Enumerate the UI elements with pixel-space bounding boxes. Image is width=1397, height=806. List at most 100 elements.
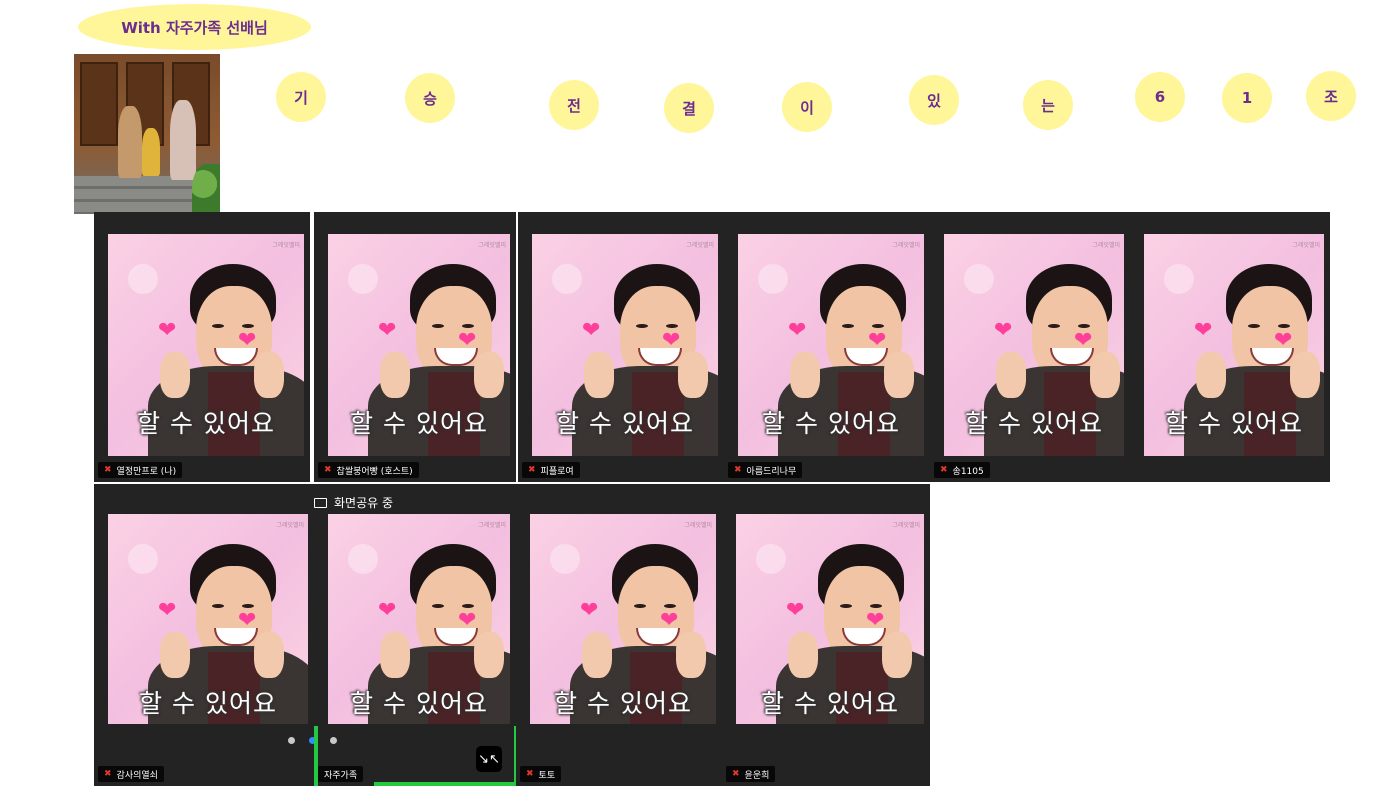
participant-name-label: 피플로여	[540, 466, 574, 477]
mic-muted-icon: ✖	[104, 465, 112, 475]
participant-video: ❤ ❤ 그레잇멜미할 수 있어요	[108, 234, 304, 456]
video-watermark: 그레잇멜미	[686, 242, 714, 249]
family-photo	[74, 54, 220, 214]
participant-video: ❤ ❤ 그레잇멜미할 수 있어요	[736, 514, 924, 724]
title-bubble-6: 있	[909, 75, 959, 125]
heart-icon: ❤	[238, 328, 257, 353]
video-caption: 할 수 있어요	[350, 409, 488, 438]
participant-video: ❤ ❤ 그레잇멜미할 수 있어요	[108, 514, 308, 724]
participant-name-label: 토토	[538, 770, 556, 781]
heart-icon: ❤	[158, 318, 177, 343]
collapse-icon[interactable]: ↘↖	[476, 746, 502, 772]
heart-icon: ❤	[994, 318, 1013, 343]
heart-icon: ❤	[158, 598, 177, 623]
participant-name: ✖ 송1105	[934, 462, 990, 478]
participant-name-label: 송1105	[952, 466, 984, 477]
participant-name: ✖ 아름드리나무	[728, 462, 803, 478]
video-caption: 할 수 있어요	[761, 689, 899, 718]
screen-share-label: 화면공유 중	[334, 496, 394, 510]
pager-dot-1[interactable]	[288, 737, 295, 744]
participant-tile[interactable]: ❤ ❤ 그레잇멜미 할 수 있어요	[1130, 212, 1330, 482]
pager-dot-3[interactable]	[330, 737, 337, 744]
heart-icon: ❤	[1074, 328, 1093, 353]
heart-icon: ❤	[238, 608, 257, 633]
title-bubble-1: 기	[276, 72, 326, 122]
screen-share-indicator: 화면공유 중	[314, 494, 393, 511]
heart-icon: ❤	[786, 598, 805, 623]
participant-tile[interactable]: ❤ ❤ 그레잇멜미 할 수 있어요 ✖ 토토	[516, 484, 722, 786]
participant-name-label: 열정만프로 (나)	[116, 466, 177, 477]
video-caption: 할 수 있어요	[350, 689, 488, 718]
participant-tile[interactable]: ❤ ❤ 그레잇멜미할 수 있어요 ✖ 송1105	[930, 212, 1130, 482]
title-bubble-9: 1	[1222, 73, 1272, 123]
participant-name: ✖ 열정만프로 (나)	[98, 462, 183, 478]
participant-name: ✖ 피플로여	[522, 462, 580, 478]
banner-text: With 자주가족 선배님	[121, 18, 268, 37]
title-bubble-10: 조	[1306, 71, 1356, 121]
title-bubble-5: 이	[782, 82, 832, 132]
video-caption: 할 수 있어요	[965, 409, 1103, 438]
heart-icon: ❤	[866, 608, 885, 633]
participant-video: ❤ ❤ 그레잇멜미 할 수 있어요	[1144, 234, 1324, 456]
heart-icon: ❤	[378, 318, 397, 343]
participant-tile[interactable]: ❤ ❤ 그레잇멜미할 수 있어요 ✖ 감사의열쇠	[94, 484, 314, 786]
heart-icon: ❤	[1274, 328, 1293, 353]
participant-tile[interactable]: ❤ ❤ 그레잇멜미할 수 있어요 ✖ 윤운희	[722, 484, 930, 786]
video-watermark: 그레잇멜미	[684, 522, 712, 529]
video-caption: 할 수 있어요	[556, 409, 694, 438]
heart-icon: ❤	[582, 318, 601, 343]
title-bubble-7: 는	[1023, 80, 1073, 130]
active-speaker-highlight-bottom	[374, 782, 514, 786]
video-watermark: 그레잇멜미	[276, 522, 304, 529]
video-caption: 할 수 있어요	[1165, 409, 1303, 438]
heart-icon: ❤	[458, 608, 477, 633]
participant-name-label: 감사의열쇠	[116, 770, 158, 781]
heart-icon: ❤	[378, 598, 397, 623]
participant-name: ✖ 찹쌀붕어빵 (호스트)	[318, 462, 419, 478]
heart-icon: ❤	[660, 608, 679, 633]
video-watermark: 그레잇멜미	[892, 242, 920, 249]
video-watermark: 그레잇멜미	[892, 522, 920, 529]
title-bubble-3: 전	[549, 80, 599, 130]
video-caption: 할 수 있어요	[137, 409, 275, 438]
participant-name-label: 찹쌀붕어빵 (호스트)	[336, 466, 413, 477]
mic-muted-icon: ✖	[732, 769, 740, 779]
mic-muted-icon: ✖	[528, 465, 536, 475]
participant-name: 자주가족	[318, 766, 364, 782]
participant-tile[interactable]: ❤ ❤ 그레잇멜미할 수 있어요자주가족	[314, 484, 516, 786]
mic-muted-icon: ✖	[324, 465, 332, 475]
participant-video: ❤ ❤ 그레잇멜미할 수 있어요	[532, 234, 718, 456]
active-speaker-highlight-right	[514, 726, 516, 786]
heart-icon: ❤	[580, 598, 599, 623]
participant-tile[interactable]: ❤ ❤ 그레잇멜미할 수 있어요 ✖ 열정만프로 (나)	[94, 212, 310, 482]
video-watermark: 그레잇멜미	[272, 242, 300, 249]
mic-muted-icon: ✖	[734, 465, 742, 475]
title-bubble-8: 6	[1135, 72, 1185, 122]
heart-icon: ❤	[868, 328, 887, 353]
video-watermark: 그레잇멜미	[1292, 242, 1320, 249]
mic-muted-icon: ✖	[104, 769, 112, 779]
participant-tile[interactable]: ❤ ❤ 그레잇멜미할 수 있어요 ✖ 찹쌀붕어빵 (호스트)	[314, 212, 516, 482]
participant-video: ❤ ❤ 그레잇멜미 할 수 있어요	[530, 514, 716, 724]
participant-name: ✖ 토토	[520, 766, 562, 782]
participant-tile[interactable]: ❤ ❤ 그레잇멜미할 수 있어요 ✖ 피플로여	[518, 212, 724, 482]
video-caption: 할 수 있어요	[762, 409, 900, 438]
title-bubble-2: 승	[405, 73, 455, 123]
title-banner: With 자주가족 선배님	[78, 4, 311, 50]
participant-video: ❤ ❤ 그레잇멜미할 수 있어요	[328, 514, 510, 724]
participant-name: ✖ 윤운희	[726, 766, 776, 782]
video-watermark: 그레잇멜미	[478, 242, 506, 249]
participant-video: ❤ ❤ 그레잇멜미할 수 있어요	[328, 234, 510, 456]
mic-muted-icon: ✖	[940, 465, 948, 475]
active-speaker-highlight-left	[314, 726, 318, 786]
video-caption: 할 수 있어요	[139, 689, 277, 718]
participant-name-label: 윤운희	[744, 770, 770, 781]
heart-icon: ❤	[458, 328, 477, 353]
heart-icon: ❤	[788, 318, 807, 343]
video-watermark: 그레잇멜미	[478, 522, 506, 529]
video-watermark: 그레잇멜미	[1092, 242, 1120, 249]
screen-share-icon	[314, 497, 327, 508]
participant-name-label: 자주가족	[324, 770, 358, 781]
heart-icon: ❤	[662, 328, 681, 353]
participant-tile[interactable]: ❤ ❤ 그레잇멜미할 수 있어요 ✖ 아름드리나무	[724, 212, 930, 482]
